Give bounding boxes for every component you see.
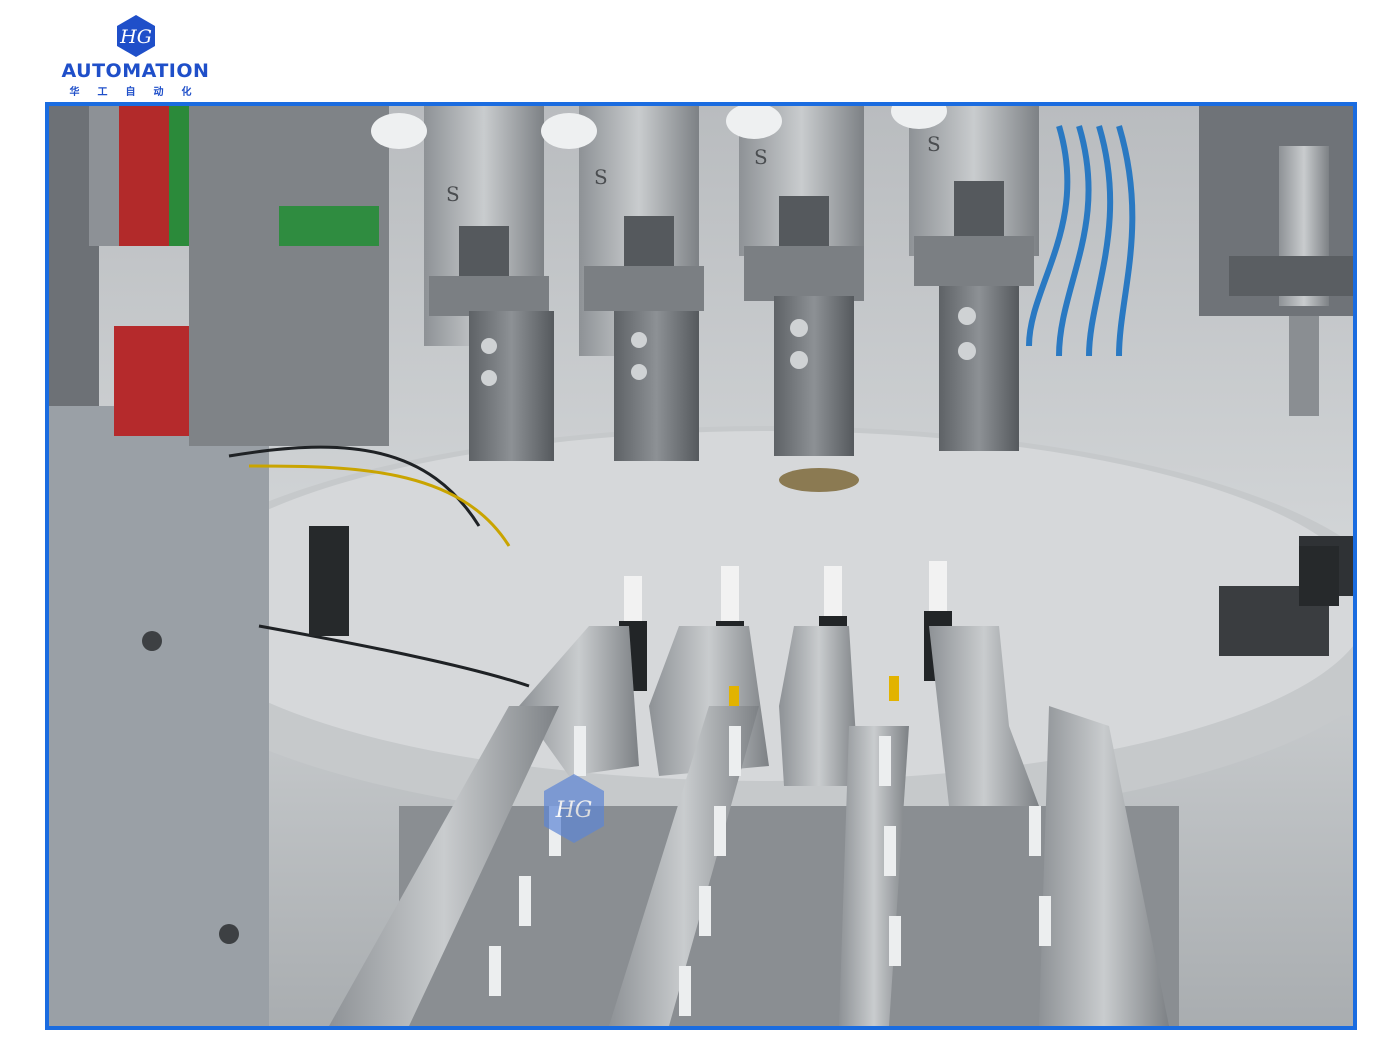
svg-text:S: S: [927, 132, 941, 156]
machine-photo-illustration: S S S S HG: [49, 106, 1353, 1026]
svg-text:S: S: [754, 145, 768, 169]
svg-text:S: S: [446, 182, 460, 206]
svg-text:HG: HG: [119, 26, 152, 48]
brand-logo: HG AUTOMATION 华工自动化: [58, 14, 213, 98]
logo-wordmark: AUTOMATION: [61, 60, 210, 82]
svg-text:HG: HG: [555, 798, 593, 823]
logo-chinese-name: 华工自动化: [69, 87, 210, 98]
machine-photo: S S S S HG: [45, 102, 1357, 1030]
svg-text:S: S: [594, 165, 608, 189]
hg-logo-icon: HG: [116, 15, 155, 57]
